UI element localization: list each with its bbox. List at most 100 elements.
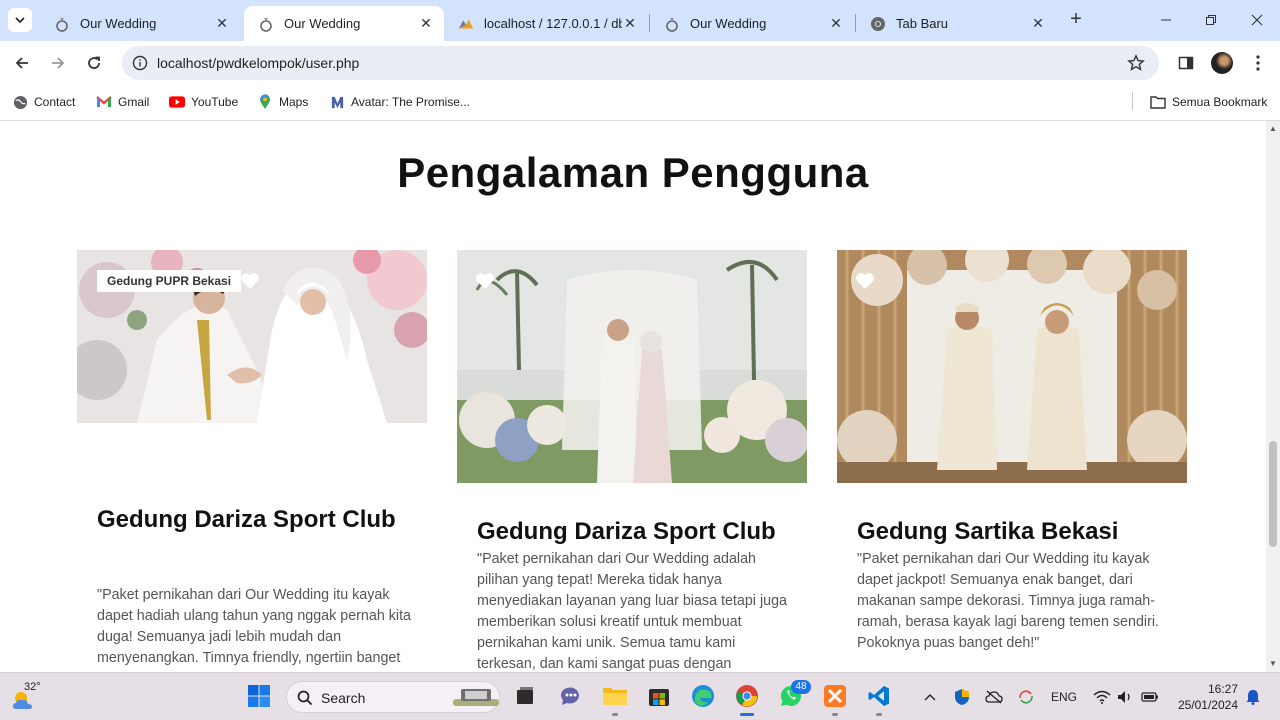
bell-icon — [1246, 690, 1260, 705]
heart-icon[interactable] — [475, 272, 495, 290]
windows-taskbar: 32° Search ENG 16:27 25/01/2024 — [0, 672, 1280, 720]
teams-app[interactable] — [556, 681, 586, 711]
task-view-icon — [517, 687, 533, 704]
taskbar-search[interactable]: Search — [286, 681, 500, 713]
ring-icon — [664, 16, 680, 32]
tab-title: Tab Baru — [896, 16, 949, 31]
tab-search-button[interactable] — [8, 8, 32, 32]
clock-time: 16:27 — [1207, 682, 1238, 696]
bookmark-label: Avatar: The Promise... — [351, 95, 470, 109]
side-panel-button[interactable] — [1174, 51, 1198, 75]
bookmark-contact[interactable]: Contact — [12, 93, 75, 111]
ring-icon — [258, 16, 274, 32]
wedding-photo — [457, 250, 807, 483]
bookmark-avatar[interactable]: Avatar: The Promise... — [329, 93, 470, 111]
new-tab-button[interactable]: + — [1066, 8, 1086, 30]
bookmark-separator — [1132, 92, 1133, 110]
card-title: Gedung Dariza Sport Club — [97, 506, 396, 533]
microsoft-store-app[interactable] — [644, 681, 674, 711]
heart-icon[interactable] — [240, 272, 260, 290]
back-button[interactable] — [10, 51, 34, 75]
bookmark-label: Gmail — [118, 95, 150, 109]
notifications-button[interactable] — [1244, 688, 1262, 706]
url-text[interactable]: localhost/pwdkelompok/user.php — [157, 55, 359, 71]
battery-tray[interactable] — [1140, 688, 1160, 706]
edge-app[interactable] — [688, 681, 718, 711]
wifi-tray[interactable] — [1092, 688, 1112, 706]
chevron-up-icon — [924, 694, 936, 701]
close-icon[interactable]: ✕ — [622, 15, 638, 32]
restore-icon — [1206, 15, 1216, 25]
bookmark-maps[interactable]: Maps — [257, 93, 308, 111]
card-title: Gedung Sartika Bekasi — [857, 518, 1119, 545]
close-window-button[interactable] — [1247, 10, 1267, 30]
scroll-down-arrow[interactable]: ▼ — [1269, 660, 1277, 668]
sync-icon — [1019, 690, 1033, 704]
card-title: Gedung Dariza Sport Club — [477, 518, 776, 545]
minimize-icon — [1161, 19, 1171, 21]
tab-phpmyadmin[interactable]: localhost / 127.0.0.1 / db ✕ — [444, 6, 648, 41]
close-icon — [1251, 14, 1263, 26]
menu-button[interactable] — [1246, 51, 1270, 75]
active-indicator — [740, 713, 754, 716]
cloud-off-icon — [985, 690, 1003, 704]
profile-avatar[interactable] — [1211, 52, 1233, 74]
all-bookmarks[interactable]: Semua Bookmark — [1150, 93, 1267, 111]
tab-our-wedding-1[interactable]: Our Wedding ✕ — [40, 6, 240, 41]
whatsapp-badge: 48 — [791, 680, 811, 694]
wifi-icon — [1093, 690, 1111, 704]
page-scrollbar[interactable]: ▲ ▼ — [1266, 121, 1280, 672]
language-indicator[interactable]: ENG — [1048, 688, 1080, 706]
sync-tray[interactable] — [1016, 688, 1036, 706]
start-button[interactable] — [244, 681, 274, 711]
edge-icon — [692, 685, 714, 707]
tab-new-tab[interactable]: Tab Baru ✕ — [856, 6, 1056, 41]
running-indicator — [612, 713, 618, 716]
close-icon[interactable]: ✕ — [828, 15, 844, 32]
arrow-left-icon — [15, 57, 28, 69]
bookmark-gmail[interactable]: Gmail — [96, 93, 149, 111]
phpmyadmin-icon — [458, 16, 474, 32]
bookmark-label: Maps — [279, 95, 309, 109]
tab-title: Our Wedding — [80, 16, 157, 31]
plus-icon: + — [1070, 8, 1082, 30]
folder-icon — [1150, 94, 1166, 110]
tab-our-wedding-2[interactable]: Our Wedding ✕ — [650, 6, 854, 41]
reload-button[interactable] — [82, 51, 106, 75]
address-bar[interactable]: localhost/pwdkelompok/user.php — [122, 46, 1159, 80]
file-explorer-app[interactable] — [600, 681, 630, 716]
tab-title: Our Wedding — [690, 16, 767, 31]
minimize-button[interactable] — [1156, 10, 1176, 30]
bookmark-label: YouTube — [191, 95, 239, 109]
show-hidden-icons[interactable] — [920, 688, 940, 706]
defender-tray[interactable] — [952, 688, 972, 706]
restore-button[interactable] — [1201, 10, 1221, 30]
forward-button[interactable] — [46, 51, 70, 75]
close-icon[interactable]: ✕ — [214, 15, 230, 32]
xampp-app[interactable] — [820, 681, 850, 716]
heart-icon[interactable] — [855, 272, 875, 290]
chat-icon — [561, 687, 579, 705]
chrome-app[interactable] — [732, 681, 762, 716]
info-icon[interactable] — [132, 55, 148, 76]
bookmark-youtube[interactable]: YouTube — [169, 93, 238, 111]
vscode-icon — [868, 686, 889, 706]
scroll-up-arrow[interactable]: ▲ — [1269, 125, 1277, 133]
star-icon[interactable] — [1127, 54, 1145, 77]
youtube-icon — [169, 94, 185, 110]
page-title: Pengalaman Pengguna — [397, 149, 869, 196]
weather-widget[interactable]: 32° — [10, 681, 42, 713]
card-description: "Paket pernikahan dari Our Wedding adala… — [477, 551, 787, 672]
task-view-button[interactable] — [510, 681, 540, 711]
close-icon[interactable]: ✕ — [418, 15, 434, 32]
tab-our-wedding-active[interactable]: Our Wedding ✕ — [244, 6, 444, 41]
scrollbar-thumb[interactable] — [1269, 441, 1277, 547]
cloud-tray[interactable] — [984, 688, 1004, 706]
system-clock[interactable]: 16:27 25/01/2024 — [1166, 681, 1238, 713]
bookmark-label: Semua Bookmark — [1172, 95, 1268, 109]
vscode-app[interactable] — [864, 681, 894, 716]
close-icon[interactable]: ✕ — [1030, 15, 1046, 32]
wedding-photo — [837, 250, 1187, 483]
volume-tray[interactable] — [1116, 688, 1134, 706]
search-highlight-icon — [453, 689, 499, 706]
